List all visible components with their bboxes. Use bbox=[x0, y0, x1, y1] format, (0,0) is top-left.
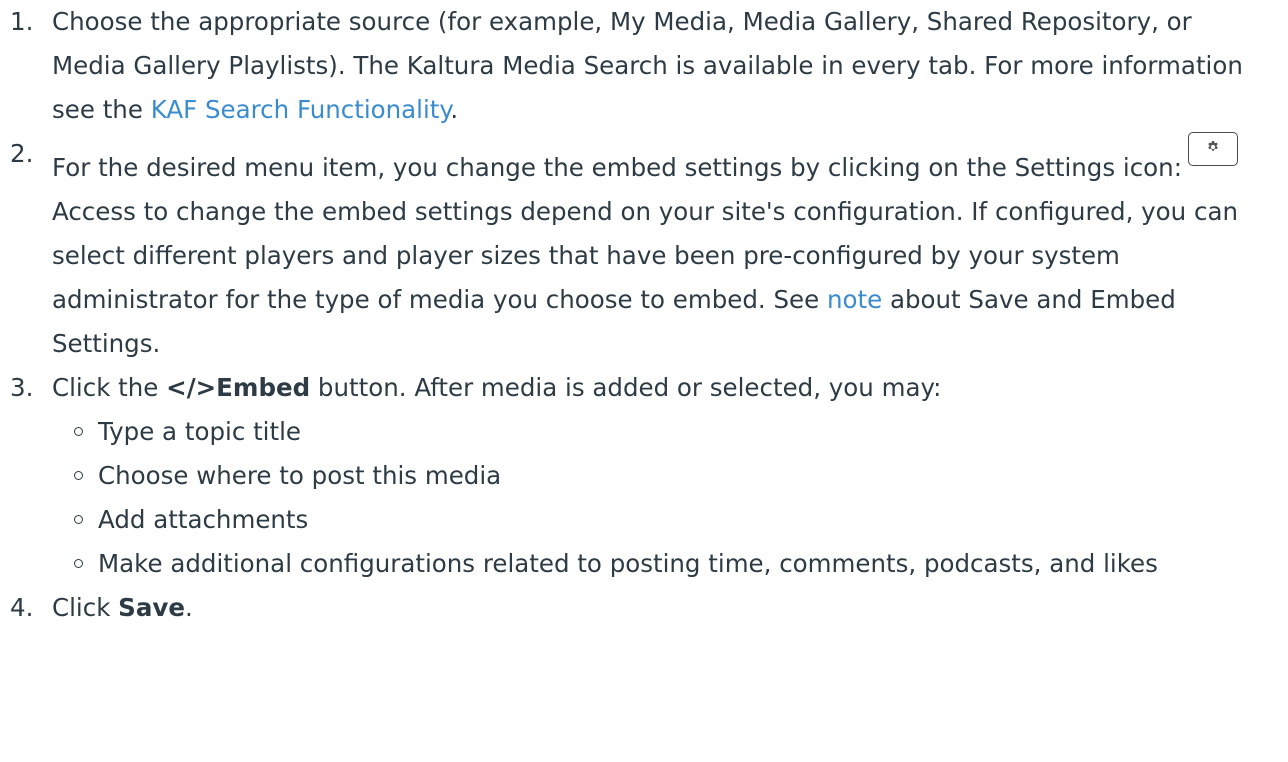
list-item: Add attachments bbox=[52, 498, 1270, 542]
step-number: 3. bbox=[10, 373, 34, 402]
list-item: Choose where to post this media bbox=[52, 454, 1270, 498]
steps-list: 1. Choose the appropriate source (for ex… bbox=[0, 0, 1270, 630]
settings-button-illustration bbox=[1187, 132, 1238, 166]
step-number: 1. bbox=[10, 7, 34, 36]
step-text: Click bbox=[52, 593, 119, 622]
instructions-document: 1. Choose the appropriate source (for ex… bbox=[0, 0, 1288, 762]
step-text-end: button. After media is added or selected… bbox=[310, 373, 942, 402]
step-3-options: Type a topic title Choose where to post … bbox=[52, 410, 1270, 586]
step-number: 2. bbox=[10, 139, 34, 168]
list-item: Make additional configurations related t… bbox=[52, 542, 1270, 586]
list-item: Type a topic title bbox=[52, 410, 1270, 454]
kaf-search-functionality-link[interactable]: KAF Search Functionality bbox=[151, 95, 451, 124]
step-1: 1. Choose the appropriate source (for ex… bbox=[0, 0, 1270, 132]
step-4: 4. Click Save. bbox=[0, 586, 1270, 630]
step-text-end: . bbox=[184, 593, 193, 622]
note-link[interactable]: note bbox=[827, 285, 882, 314]
step-text-end: . bbox=[450, 95, 459, 124]
embed-button-label: </>Embed bbox=[166, 373, 311, 402]
step-3: 3. Click the </>Embed button. After medi… bbox=[0, 366, 1270, 586]
step-number: 4. bbox=[10, 593, 34, 622]
step-text: For the desired menu item, you change th… bbox=[52, 153, 1182, 182]
bullet-icon bbox=[74, 471, 83, 480]
step-text: Click the bbox=[52, 373, 167, 402]
step-2: 2. For the desired menu item, you change… bbox=[0, 132, 1270, 366]
bullet-icon bbox=[74, 559, 83, 568]
bullet-icon bbox=[74, 427, 83, 436]
bullet-icon bbox=[74, 515, 83, 524]
gear-icon bbox=[1208, 141, 1218, 151]
save-label: Save bbox=[118, 593, 185, 622]
